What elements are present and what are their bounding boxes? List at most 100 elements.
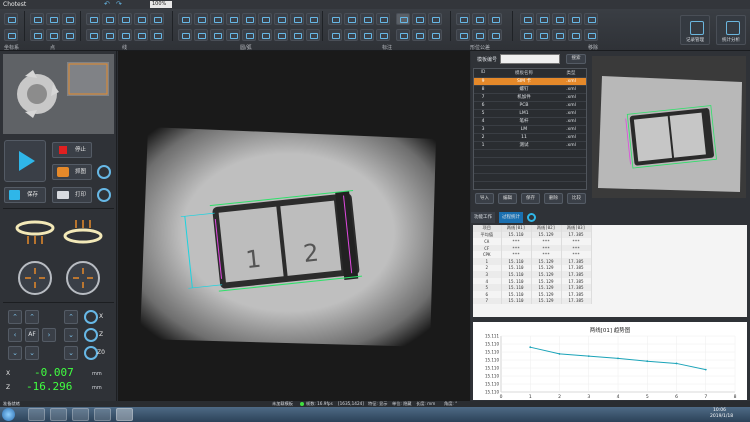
circle-tool-button[interactable]	[306, 13, 320, 25]
circle-tool-button[interactable]	[290, 29, 304, 41]
remove-tool-button[interactable]	[536, 13, 550, 25]
zoom-out-lens-button[interactable]	[12, 258, 58, 298]
remove-tool-button[interactable]	[552, 29, 566, 41]
remove-tool-button[interactable]	[536, 29, 550, 41]
circle-tool-button[interactable]	[274, 13, 288, 25]
line-tool-button[interactable]	[150, 13, 164, 25]
save-button[interactable]: 保存	[4, 187, 46, 203]
circle-tool-button[interactable]	[258, 13, 272, 25]
template-save-button[interactable]: 保存	[521, 193, 540, 204]
z0-rotate-icon[interactable]	[84, 346, 98, 360]
line-tool-button[interactable]	[86, 29, 100, 41]
camera-view[interactable]: 1 2	[118, 51, 470, 401]
table-row[interactable]: 1 15.110 15.129 17.385	[473, 257, 592, 265]
line-tool-button[interactable]	[102, 29, 116, 41]
table-row[interactable]: 2 15.110 15.129 17.385	[473, 264, 592, 272]
app-title[interactable]: Chotest	[3, 0, 26, 9]
circle-tool-button[interactable]	[178, 29, 192, 41]
point-tool-button[interactable]	[30, 13, 44, 25]
circle-tool-button[interactable]	[210, 29, 224, 41]
move-down-left-button[interactable]: ⌄	[8, 346, 22, 360]
zoom-select[interactable]: 100%	[150, 1, 172, 8]
capture-settings-gear-icon[interactable]	[97, 165, 111, 179]
line-tool-button[interactable]	[150, 29, 164, 41]
redo-icon[interactable]: ↷	[116, 1, 124, 8]
move-right-button[interactable]: ›	[42, 328, 56, 342]
table-row[interactable]: 8 螺钉 .xml	[474, 85, 586, 94]
table-row[interactable]: 4 15.110 15.129 17.385	[473, 277, 592, 285]
dimension-tool-button[interactable]	[396, 29, 410, 41]
circle-tool-button[interactable]	[178, 13, 192, 25]
table-row[interactable]: 1 测试 .xml	[474, 141, 586, 150]
ring-light-down-button[interactable]	[12, 214, 58, 254]
tolerance-tool-button[interactable]	[456, 13, 470, 25]
circle-tool-button[interactable]	[274, 29, 288, 41]
zoom-in-lens-button[interactable]	[60, 258, 106, 298]
line-tool-button[interactable]	[134, 13, 148, 25]
taskbar-media-icon[interactable]	[72, 408, 89, 421]
circle-tool-button[interactable]	[194, 29, 208, 41]
circle-tool-button[interactable]	[194, 13, 208, 25]
table-row[interactable]: 5 15.110 15.129 17.385	[473, 284, 592, 291]
taskbar-browser-icon[interactable]	[94, 408, 111, 421]
circle-tool-button[interactable]	[306, 29, 320, 41]
table-row[interactable]: 3 LM .xml	[474, 125, 586, 134]
x-axis-rotate-icon[interactable]	[84, 310, 98, 324]
circle-tool-button[interactable]	[242, 13, 256, 25]
remove-tool-button[interactable]	[520, 29, 534, 41]
dimension-tool-button[interactable]	[376, 13, 390, 25]
capture-button[interactable]: 抓图	[52, 164, 92, 180]
dimension-tool-button[interactable]	[344, 29, 358, 41]
table-row[interactable]: 3 15.110 15.129 17.385	[473, 271, 592, 278]
move-up-left-button[interactable]: ⌃	[8, 310, 22, 324]
delete-button[interactable]: 删除	[544, 193, 563, 204]
table-row[interactable]: 5 LM1 .xml	[474, 109, 586, 118]
import-button[interactable]: 导入	[475, 193, 494, 204]
z-up-button[interactable]: ⌃	[64, 310, 78, 324]
print-button[interactable]: 打印	[52, 187, 92, 203]
print-settings-gear-icon[interactable]	[97, 188, 111, 202]
run-button[interactable]	[4, 140, 46, 182]
tray-icons[interactable]	[612, 411, 702, 418]
circle-tool-button[interactable]	[210, 13, 224, 25]
dimension-tool-button[interactable]	[360, 29, 374, 41]
table-row[interactable]: 6 PCB .xml	[474, 101, 586, 110]
line-tool-button[interactable]	[118, 29, 132, 41]
table-row[interactable]: 7 机加件 .xml	[474, 93, 586, 102]
taskbar-app-icon[interactable]	[116, 408, 133, 421]
tolerance-tool-button[interactable]	[488, 29, 502, 41]
circle-tool-button[interactable]	[290, 13, 304, 25]
table-row[interactable]: CA *** *** ***	[473, 238, 592, 245]
table-row[interactable]: CPK *** *** ***	[473, 251, 592, 258]
taskbar-explorer-icon[interactable]	[50, 408, 67, 421]
circle-tool-button[interactable]	[258, 29, 272, 41]
taskbar-ie-icon[interactable]	[28, 408, 45, 421]
line-tool-button[interactable]	[86, 13, 100, 25]
stop-button[interactable]: 停止	[52, 142, 92, 158]
start-button[interactable]	[2, 408, 15, 421]
point-tool-button[interactable]	[62, 29, 76, 41]
point-tool-button[interactable]	[46, 29, 60, 41]
clock-date[interactable]: 2019/1/18	[710, 414, 733, 419]
clock-time[interactable]: 10:06	[713, 408, 726, 413]
circle-tool-button[interactable]	[242, 29, 256, 41]
point-tool-button[interactable]	[62, 13, 76, 25]
table-row[interactable]: 2 11 .xml	[474, 133, 586, 142]
remove-tool-button[interactable]	[568, 13, 582, 25]
dimension-tool-button[interactable]	[428, 29, 442, 41]
line-tool-button[interactable]	[118, 13, 132, 25]
remove-tool-button[interactable]	[568, 29, 582, 41]
z-down-button[interactable]: ⌄	[64, 328, 78, 342]
table-row[interactable]: 6 15.110 15.129 17.385	[473, 290, 592, 298]
refresh-icon[interactable]	[527, 213, 536, 222]
z-reset-button[interactable]: ⌄	[64, 346, 78, 360]
remove-tool-button[interactable]	[552, 13, 566, 25]
statistics-button[interactable]: 统计分析	[716, 15, 746, 45]
table-row[interactable]: 平均值 15.110 15.129 17.385	[473, 231, 592, 239]
tab-process-stats[interactable]: 过程统计	[499, 212, 523, 223]
dimension-tool-button[interactable]	[396, 13, 410, 25]
dimension-tool-button[interactable]	[360, 13, 374, 25]
tolerance-tool-button[interactable]	[472, 13, 486, 25]
remove-tool-button[interactable]	[584, 29, 598, 41]
dimension-tool-button[interactable]	[344, 13, 358, 25]
